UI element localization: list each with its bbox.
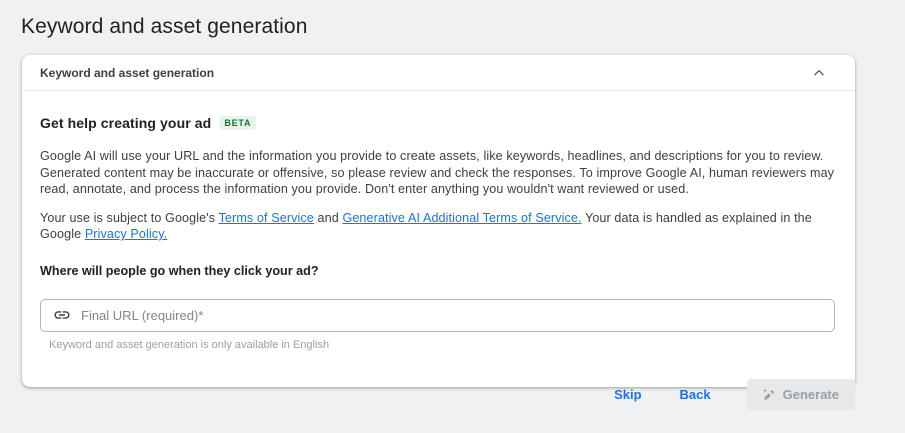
terms-text: Your use is subject to Google's Terms of… bbox=[40, 210, 835, 243]
footer-action-bar: Skip Back Generate bbox=[0, 379, 855, 410]
pen-spark-icon bbox=[760, 387, 776, 403]
card-header-title: Keyword and asset generation bbox=[40, 65, 215, 80]
generate-button-label: Generate bbox=[782, 387, 839, 402]
section-heading-row: Get help creating your ad BETA bbox=[40, 115, 835, 131]
final-url-question: Where will people go when they click you… bbox=[40, 263, 319, 278]
skip-button[interactable]: Skip bbox=[602, 379, 653, 410]
card-header[interactable]: Keyword and asset generation bbox=[22, 55, 855, 91]
page-title: Keyword and asset generation bbox=[21, 15, 308, 38]
keyword-asset-generation-page: Keyword and asset generation Keyword and… bbox=[0, 0, 905, 433]
chevron-up-icon bbox=[812, 66, 826, 80]
generate-button[interactable]: Generate bbox=[746, 379, 855, 410]
section-heading: Get help creating your ad bbox=[40, 115, 212, 131]
beta-badge: BETA bbox=[219, 116, 257, 130]
card-body: Get help creating your ad BETA Google AI… bbox=[22, 91, 855, 387]
terms-of-service-link[interactable]: Terms of Service bbox=[219, 211, 314, 225]
terms-prefix: Your use is subject to Google's bbox=[40, 210, 219, 225]
english-only-helper-text: Keyword and asset generation is only ava… bbox=[49, 338, 330, 351]
back-button[interactable]: Back bbox=[668, 379, 723, 410]
terms-middle: and bbox=[313, 210, 343, 225]
generative-ai-terms-link[interactable]: Generative AI Additional Terms of Servic… bbox=[342, 211, 581, 225]
ai-disclaimer-text: Google AI will use your URL and the info… bbox=[40, 149, 835, 196]
privacy-policy-link[interactable]: Privacy Policy. bbox=[85, 227, 167, 241]
collapse-section-button[interactable] bbox=[807, 61, 831, 85]
link-icon bbox=[53, 306, 71, 324]
final-url-field-container[interactable] bbox=[40, 298, 835, 332]
keyword-asset-generation-card: Keyword and asset generation Get help cr… bbox=[22, 55, 855, 387]
final-url-input[interactable] bbox=[81, 307, 822, 323]
